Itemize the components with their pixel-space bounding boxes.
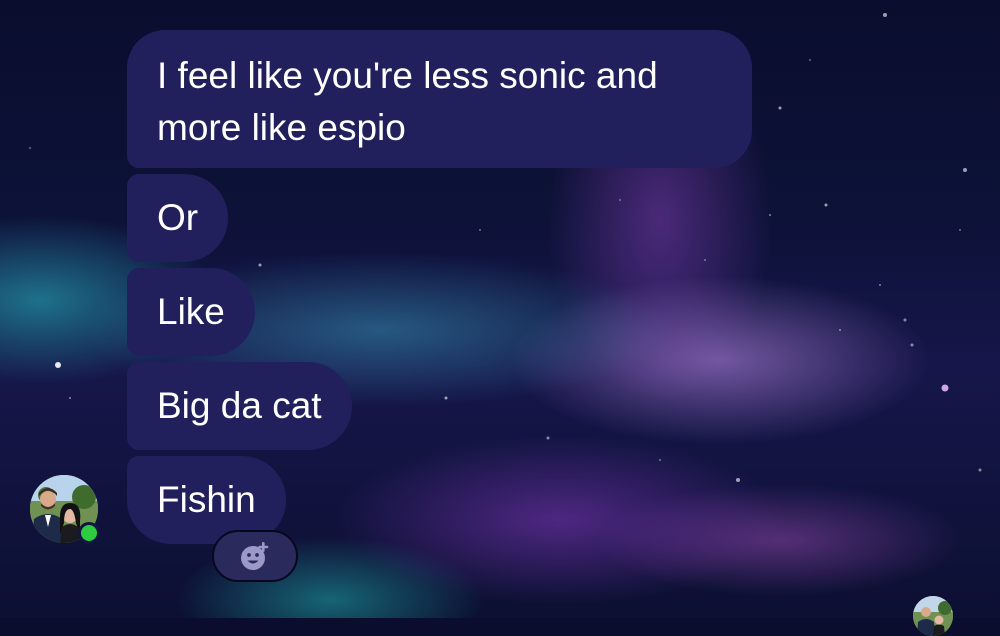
add-reaction-button[interactable] <box>212 530 298 582</box>
message-bubble[interactable]: Or <box>127 174 229 262</box>
online-status-dot <box>78 522 100 544</box>
message-bubble[interactable]: Like <box>127 268 255 356</box>
message-text: I feel like you're less sonic and more l… <box>157 55 658 148</box>
read-receipt-avatar-photo <box>913 596 953 636</box>
message-bubble[interactable]: Big da cat <box>127 362 352 450</box>
message-text: Big da cat <box>157 385 322 426</box>
message-bubble[interactable]: I feel like you're less sonic and more l… <box>127 30 752 168</box>
message-thread: I feel like you're less sonic and more l… <box>0 0 1000 636</box>
message-text: Like <box>157 291 225 332</box>
read-receipt-avatar <box>913 596 953 636</box>
add-reaction-icon <box>241 542 269 570</box>
message-text: Fishin <box>157 479 256 520</box>
message-text: Or <box>157 197 199 238</box>
